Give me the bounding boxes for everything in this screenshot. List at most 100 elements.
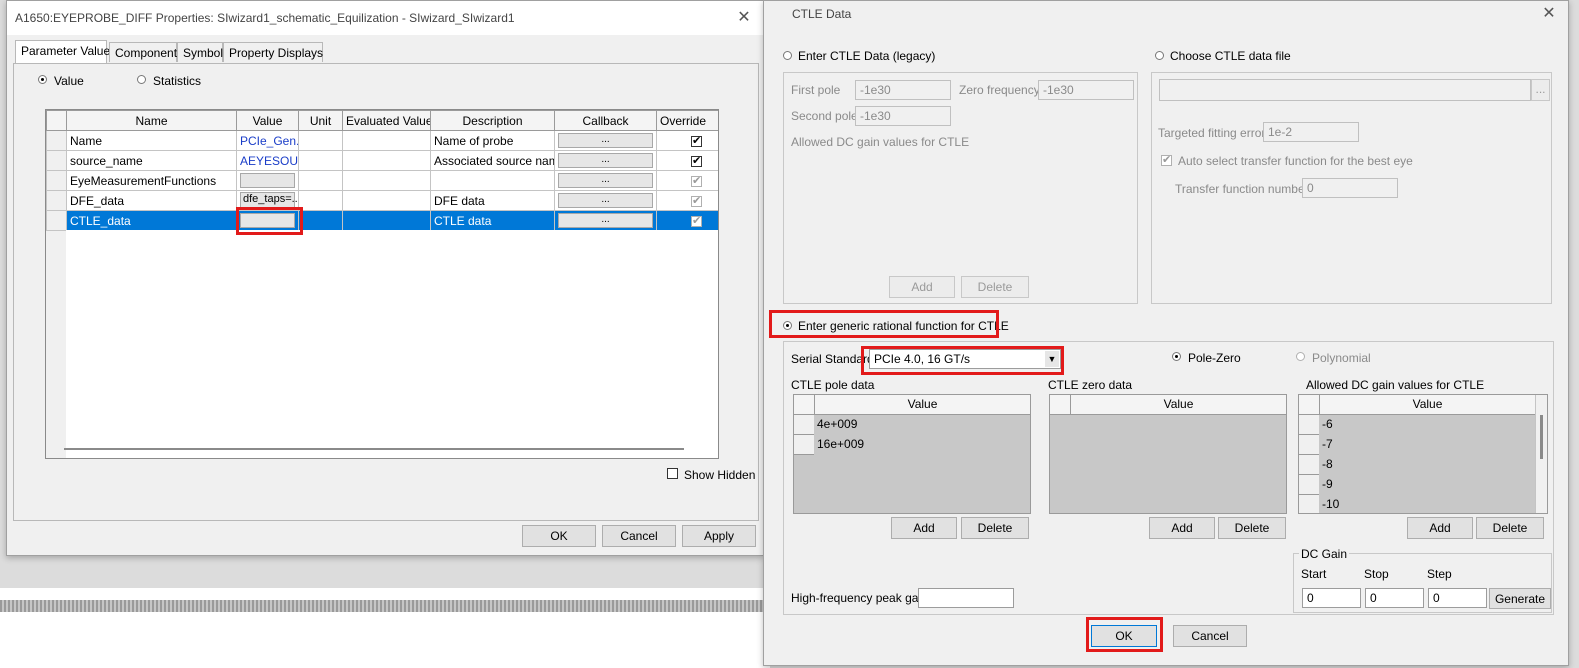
col-header-description[interactable]: Description xyxy=(430,110,555,131)
polynomial-label: Polynomial xyxy=(1312,351,1371,365)
tab-component[interactable]: Component xyxy=(109,42,177,62)
tab-property-displays[interactable]: Property Displays xyxy=(223,42,323,62)
table-row[interactable]: Name PCIe_Gen... Name of probe ... xyxy=(46,130,718,151)
pole-data-grid: Value 4e+009 16e+009 xyxy=(793,394,1031,514)
browse-button[interactable]: ... xyxy=(1531,79,1550,101)
pole-add-button[interactable]: Add xyxy=(891,517,957,539)
close-icon[interactable]: ✕ xyxy=(733,7,755,27)
dc-grid-header[interactable]: Value xyxy=(1320,395,1535,415)
step-label: Step xyxy=(1427,567,1452,581)
row-unit xyxy=(298,170,343,191)
row-header[interactable] xyxy=(46,150,67,171)
col-header-evaluated[interactable]: Evaluated Value xyxy=(342,110,431,131)
pole-grid-header[interactable]: Value xyxy=(815,395,1030,415)
first-pole-label: First pole xyxy=(791,83,841,97)
dc-value-cell[interactable]: -7 xyxy=(1322,437,1333,451)
row-header[interactable] xyxy=(46,190,67,211)
row-header[interactable] xyxy=(46,170,67,191)
row-header[interactable] xyxy=(46,210,67,231)
auto-select-checkbox[interactable] xyxy=(1161,153,1172,167)
override-checkbox[interactable] xyxy=(691,154,702,168)
pole-value-cell[interactable]: 16e+009 xyxy=(817,437,864,451)
col-header-name[interactable]: Name xyxy=(66,110,237,131)
col-header-unit[interactable]: Unit xyxy=(298,110,343,131)
tf-number-field[interactable]: 0 xyxy=(1302,178,1398,198)
value-cell-button[interactable] xyxy=(240,173,295,188)
row-header[interactable] xyxy=(1299,455,1319,475)
table-row[interactable]: source_name AEYESOU... Associated source… xyxy=(46,150,718,171)
parameters-table: Name Value Unit Evaluated Value Descript… xyxy=(46,110,718,231)
col-header-value[interactable]: Value xyxy=(236,110,299,131)
start-field[interactable]: 0 xyxy=(1302,588,1361,608)
override-checkbox[interactable] xyxy=(691,194,702,208)
highlight-box xyxy=(769,310,999,338)
table-row-selected[interactable]: CTLE_data CTLE data ... xyxy=(46,210,718,231)
dc-grid-scroll-thumb[interactable] xyxy=(1540,415,1543,459)
dc-value-cell[interactable]: -8 xyxy=(1322,457,1333,471)
override-checkbox[interactable] xyxy=(691,214,702,228)
ok-button[interactable]: OK xyxy=(522,525,596,547)
dc-delete-button[interactable]: Delete xyxy=(1476,517,1544,539)
row-header[interactable] xyxy=(794,415,814,435)
callback-button[interactable]: ... xyxy=(558,133,653,148)
zero-delete-button[interactable]: Delete xyxy=(1218,517,1286,539)
callback-button[interactable]: ... xyxy=(558,173,653,188)
row-header[interactable] xyxy=(1299,435,1319,455)
zero-frequency-field[interactable]: -1e30 xyxy=(1038,80,1134,100)
second-pole-field[interactable]: -1e30 xyxy=(855,106,951,126)
start-label: Start xyxy=(1301,567,1327,581)
dc-value-cell[interactable]: -6 xyxy=(1322,417,1333,431)
row-value[interactable] xyxy=(236,170,299,191)
callback-button[interactable]: ... xyxy=(558,153,653,168)
file-radio[interactable] xyxy=(1155,51,1164,60)
pole-value-cell[interactable]: 4e+009 xyxy=(817,417,857,431)
dc-value-cell[interactable]: -10 xyxy=(1322,497,1339,511)
pole-zero-label: Pole-Zero xyxy=(1188,351,1241,365)
highlight-box xyxy=(236,207,303,235)
first-pole-field[interactable]: -1e30 xyxy=(855,80,951,100)
pole-zero-radio[interactable] xyxy=(1172,352,1181,361)
row-header[interactable] xyxy=(1299,475,1319,495)
callback-button[interactable]: ... xyxy=(558,213,653,228)
show-hidden-checkbox[interactable] xyxy=(667,468,678,479)
table-row[interactable]: DFE_data dfe_taps=... DFE data ... xyxy=(46,190,718,211)
row-header[interactable] xyxy=(1299,495,1319,513)
col-header-override[interactable]: Override xyxy=(656,110,718,131)
horizontal-scrollbar[interactable] xyxy=(64,448,684,450)
zero-add-button[interactable]: Add xyxy=(1149,517,1215,539)
override-checkbox[interactable] xyxy=(691,134,702,148)
file-path-field[interactable] xyxy=(1159,79,1531,101)
legacy-add-button[interactable]: Add xyxy=(889,276,955,298)
ctle-cancel-button[interactable]: Cancel xyxy=(1173,625,1247,647)
cancel-button[interactable]: Cancel xyxy=(602,525,676,547)
tab-parameter-values[interactable]: Parameter Values xyxy=(15,40,116,64)
row-value[interactable]: PCIe_Gen... xyxy=(236,130,299,151)
corner-header xyxy=(46,110,67,131)
hf-peak-gain-field[interactable] xyxy=(918,588,1014,608)
row-unit xyxy=(298,190,343,211)
polynomial-radio[interactable] xyxy=(1296,352,1305,361)
statistics-radio[interactable] xyxy=(137,75,146,84)
apply-button[interactable]: Apply xyxy=(682,525,756,547)
row-header[interactable] xyxy=(1299,415,1319,435)
row-value[interactable]: AEYESOU... xyxy=(236,150,299,171)
callback-button[interactable]: ... xyxy=(558,193,653,208)
dc-value-cell[interactable]: -9 xyxy=(1322,477,1333,491)
override-checkbox[interactable] xyxy=(691,174,702,188)
col-header-callback[interactable]: Callback xyxy=(554,110,657,131)
fitting-error-field[interactable]: 1e-2 xyxy=(1263,122,1359,142)
dc-add-button[interactable]: Add xyxy=(1407,517,1473,539)
row-header[interactable] xyxy=(46,130,67,151)
value-radio[interactable] xyxy=(38,75,47,84)
generate-button[interactable]: Generate xyxy=(1489,588,1551,609)
tab-symbol[interactable]: Symbol xyxy=(177,42,223,62)
stop-field[interactable]: 0 xyxy=(1365,588,1424,608)
legacy-radio[interactable] xyxy=(783,51,792,60)
table-row[interactable]: EyeMeasurementFunctions ... xyxy=(46,170,718,191)
row-header[interactable] xyxy=(794,435,814,455)
step-field[interactable]: 0 xyxy=(1428,588,1487,608)
close-icon[interactable]: ✕ xyxy=(1538,3,1560,23)
zero-grid-header[interactable]: Value xyxy=(1071,395,1286,415)
legacy-delete-button[interactable]: Delete xyxy=(961,276,1029,298)
pole-delete-button[interactable]: Delete xyxy=(961,517,1029,539)
